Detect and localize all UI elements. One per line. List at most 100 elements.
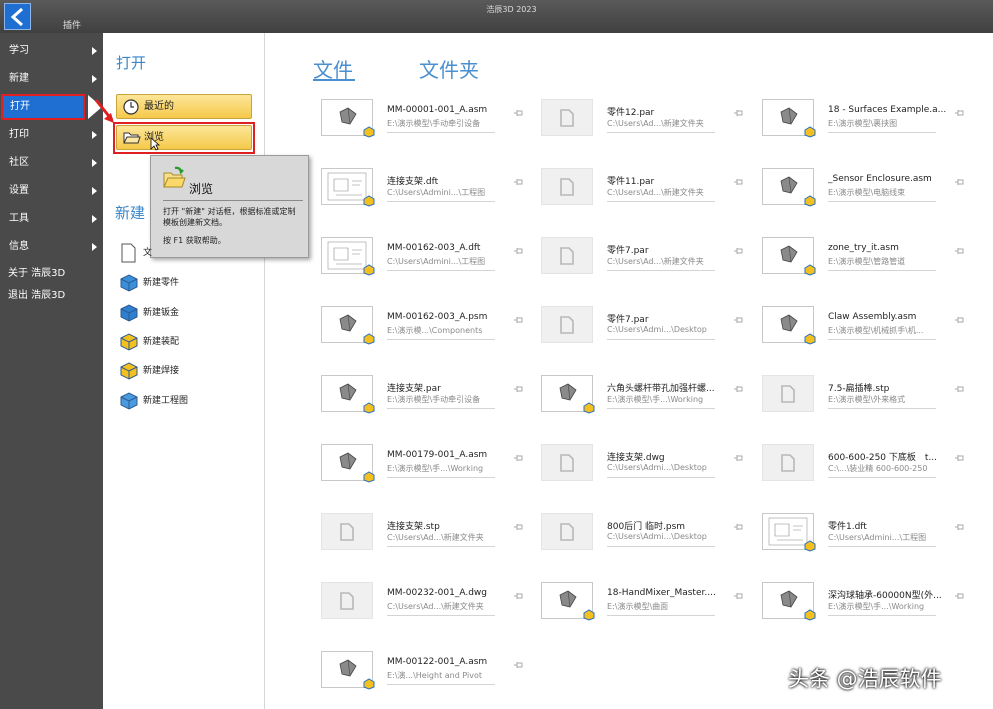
pin-icon[interactable] <box>954 178 965 186</box>
file-item[interactable]: 零件7.par C:\Users\Ad...\新建文件夹 <box>541 235 746 293</box>
file-thumbnail <box>321 375 375 414</box>
pin-icon[interactable] <box>513 109 524 117</box>
file-item[interactable]: 零件7.par C:\Users\Admi...\Desktop <box>541 304 746 362</box>
file-path: C:\Users\Ad...\新建文件夹 <box>607 119 704 128</box>
pin-icon[interactable] <box>513 592 524 600</box>
file-item[interactable]: 18-HandMixer_Master.... E:\演示模型\曲面 <box>541 580 746 638</box>
file-divider <box>387 546 495 547</box>
file-thumbnail <box>321 99 375 138</box>
pin-icon[interactable] <box>954 316 965 324</box>
pin-icon[interactable] <box>954 385 965 393</box>
pin-icon[interactable] <box>954 592 965 600</box>
file-item[interactable]: 600-600-250 下底板 t... C:\...\装业精 600-600-2… <box>762 442 967 500</box>
nav-item-5[interactable]: 设置 <box>0 178 103 204</box>
pin-icon[interactable] <box>954 247 965 255</box>
chevron-right-icon <box>92 47 97 55</box>
pin-icon[interactable] <box>513 247 524 255</box>
file-item[interactable]: MM-00162-003_A.psm E:\演示模...\Components <box>321 304 526 362</box>
nav-item-4[interactable]: 社区 <box>0 150 103 176</box>
file-name: 18-HandMixer_Master.... <box>607 588 716 598</box>
file-path: E:\演示模型\电脑线束 <box>828 188 906 197</box>
file-item[interactable]: _Sensor Enclosure.asm E:\演示模型\电脑线束 <box>762 166 967 224</box>
file-type-badge-icon <box>804 195 816 207</box>
browse-folder-icon <box>163 166 186 188</box>
recent-button[interactable]: 最近的 <box>116 94 252 119</box>
file-name: 零件7.par <box>607 246 649 256</box>
pin-icon[interactable] <box>954 523 965 531</box>
pin-icon[interactable] <box>733 523 744 531</box>
pin-icon[interactable] <box>733 109 744 117</box>
new-item-label: 新建工程图 <box>143 396 189 406</box>
pin-icon[interactable] <box>733 247 744 255</box>
file-item[interactable]: 连接支架.stp C:\Users\Ad...\新建文件夹 <box>321 511 526 569</box>
file-item[interactable]: MM-00122-001_A.asm E:\演...\Height and Piv… <box>321 649 526 707</box>
file-item[interactable]: 零件1.dft C:\Users\Admini...\工程图 <box>762 511 967 569</box>
file-item[interactable]: 连接支架.par E:\演示模型\手动牵引设备 <box>321 373 526 431</box>
nav-item-0[interactable]: 学习 <box>0 38 103 64</box>
file-item[interactable]: Claw Assembly.asm E:\演示模型\机械抓手\机... <box>762 304 967 362</box>
new-item-4[interactable]: 新建焊接 <box>118 361 179 383</box>
pin-icon[interactable] <box>513 385 524 393</box>
file-name: MM-00162-003_A.dft <box>387 243 481 253</box>
file-type-badge-icon <box>363 402 375 414</box>
file-item[interactable]: MM-00179-001_A.asm E:\演示模型\手...\Working <box>321 442 526 500</box>
new-item-0[interactable]: 文 <box>118 243 152 265</box>
new-item-label: 新建装配 <box>143 337 180 347</box>
file-item[interactable]: 7.5-扁插棒.stp E:\演示模型\外来格式 <box>762 373 967 431</box>
new-part-icon <box>120 274 138 292</box>
file-item[interactable]: MM-00001-001_A.asm E:\演示模型\手动牵引设备 <box>321 97 526 155</box>
file-divider <box>607 477 715 478</box>
file-name: 800后门 临时.psm <box>607 522 686 532</box>
file-divider <box>607 546 715 547</box>
file-path: C:\Users\Ad...\新建文件夹 <box>607 257 704 266</box>
nav-item-1[interactable]: 新建 <box>0 66 103 92</box>
file-item[interactable]: 零件11.par C:\Users\Ad...\新建文件夹 <box>541 166 746 224</box>
file-item[interactable]: 18 - Surfaces Example.a... E:\演示模型\裹挟图 <box>762 97 967 155</box>
pin-icon[interactable] <box>954 454 965 462</box>
nav-item-3[interactable]: 打印 <box>0 122 103 148</box>
tab-folders[interactable]: 文件夹 <box>419 54 479 83</box>
new-item-1[interactable]: 新建零件 <box>118 273 179 295</box>
file-name: 连接支架.dwg <box>607 453 665 463</box>
pin-icon[interactable] <box>513 316 524 324</box>
pin-icon[interactable] <box>733 178 744 186</box>
pin-icon[interactable] <box>733 385 744 393</box>
pin-icon[interactable] <box>733 592 744 600</box>
title-bar: 插件 浩辰3D 2023 <box>0 0 993 33</box>
tooltip-body: 打开 "新建" 对话框，根据标准或定制模板创建新文档。 <box>163 207 296 227</box>
pin-icon[interactable] <box>513 523 524 531</box>
file-path: E:\演示模型\曲面 <box>607 602 669 611</box>
pin-icon[interactable] <box>733 316 744 324</box>
file-path: E:\演示模型\手...\Working <box>828 602 925 611</box>
file-name: 零件12.par <box>607 108 655 118</box>
file-name: 零件7.par <box>607 315 649 325</box>
new-item-2[interactable]: 新建钣金 <box>118 303 179 325</box>
file-item[interactable]: MM-00162-003_A.dft C:\Users\Admini...\工程图 <box>321 235 526 293</box>
pin-icon[interactable] <box>513 661 524 669</box>
nav-item-2[interactable]: 打开 <box>1 94 85 120</box>
nav-item-6[interactable]: 工具 <box>0 206 103 232</box>
file-item[interactable]: 800后门 临时.psm C:\Users\Admi...\Desktop <box>541 511 746 569</box>
file-item[interactable]: 六角头螺杆带孔加强杆螺... E:\演示模型\手...\Working <box>541 373 746 431</box>
pin-icon[interactable] <box>513 178 524 186</box>
file-name: 连接支架.stp <box>387 522 440 532</box>
nav-item-7[interactable]: 信息 <box>0 234 103 260</box>
file-item[interactable]: MM-00232-001_A.dwg C:\Users\Ad...\新建文件夹 <box>321 580 526 638</box>
file-divider <box>828 477 936 478</box>
file-item[interactable]: 连接支架.dft C:\Users\Admini...\工程图 <box>321 166 526 224</box>
file-item[interactable]: 深沟球轴承-60000N型(外... E:\演示模型\手...\Working <box>762 580 967 638</box>
pin-icon[interactable] <box>954 109 965 117</box>
new-item-5[interactable]: 新建工程图 <box>118 391 188 413</box>
pin-icon[interactable] <box>513 454 524 462</box>
exit-menu-item[interactable]: 退出 浩辰3D <box>8 286 65 301</box>
about-menu-item[interactable]: 关于 浩辰3D <box>8 264 65 279</box>
plugin-tab[interactable]: 插件 <box>63 18 81 31</box>
file-thumbnail <box>762 237 816 276</box>
file-item[interactable]: 连接支架.dwg C:\Users\Admi...\Desktop <box>541 442 746 500</box>
document-icon <box>121 243 136 263</box>
new-item-3[interactable]: 新建装配 <box>118 332 179 354</box>
file-item[interactable]: zone_try_it.asm E:\演示模型\管路管道 <box>762 235 967 293</box>
file-type-badge-icon <box>804 126 816 138</box>
pin-icon[interactable] <box>733 454 744 462</box>
file-item[interactable]: 零件12.par C:\Users\Ad...\新建文件夹 <box>541 97 746 155</box>
